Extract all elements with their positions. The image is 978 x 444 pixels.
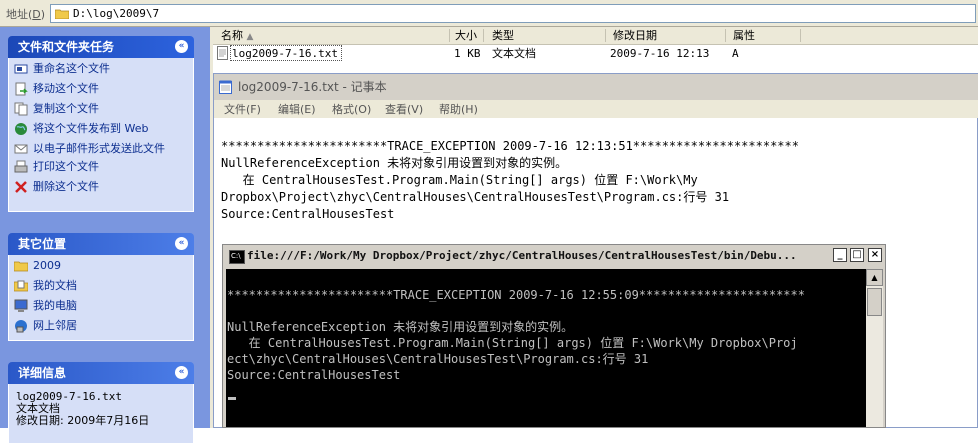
column-separator[interactable] [605, 29, 606, 42]
notepad-menubar: 文件(F) 编辑(E) 格式(O) 查看(V) 帮助(H) [214, 100, 978, 118]
move-icon [15, 82, 28, 96]
notepad-text-area[interactable]: ***********************TRACE_EXCEPTION 2… [221, 138, 799, 223]
place-network[interactable]: 网上邻居 [9, 319, 193, 333]
file-modified: 2009-7-16 12:13 [610, 47, 710, 60]
my-documents-icon [14, 280, 28, 292]
column-modified[interactable]: 修改日期 [613, 28, 657, 43]
address-input[interactable]: D:\log\2009\7 [50, 4, 976, 23]
console-icon: C:\ [229, 250, 245, 264]
console-line: ***********************TRACE_EXCEPTION 2… [227, 288, 805, 302]
rename-icon [14, 64, 28, 74]
address-bar: 地址(D) D:\log\2009\7 [0, 0, 978, 27]
column-separator[interactable] [449, 29, 450, 42]
address-label: 地址(D) [6, 8, 46, 21]
file-attributes: A [732, 47, 739, 60]
column-size[interactable]: 大小 [455, 28, 477, 43]
text-line: Source:CentralHousesTest [221, 207, 395, 221]
minimize-button[interactable]: _ [833, 248, 847, 262]
scroll-thumb[interactable] [867, 288, 882, 316]
task-move[interactable]: 移动这个文件 [9, 82, 193, 96]
address-path: D:\log\2009\7 [73, 7, 160, 20]
console-window: C:\ file:///F:/Work/My Dropbox/Project/z… [222, 244, 886, 428]
column-attributes[interactable]: 属性 [733, 28, 755, 43]
console-line: 在 CentralHousesTest.Program.Main(String[… [227, 336, 798, 350]
sort-up-icon: ▲ [246, 32, 254, 42]
globe-icon [15, 123, 27, 135]
delete-icon [15, 181, 27, 193]
task-rename[interactable]: 重命名这个文件 [9, 62, 193, 76]
copy-icon [14, 102, 28, 116]
console-output[interactable]: ***********************TRACE_EXCEPTION 2… [226, 269, 866, 427]
notepad-icon [219, 80, 232, 94]
text-cursor [228, 397, 236, 400]
printer-icon [14, 160, 28, 173]
text-line: NullReferenceException 未将对象引用设置到对象的实例。 [221, 156, 568, 170]
computer-icon [14, 299, 28, 312]
text-line: Dropbox\Project\zhyc\CentralHouses\Centr… [221, 190, 730, 204]
column-separator[interactable] [800, 29, 801, 42]
column-separator[interactable] [483, 29, 484, 42]
task-delete[interactable]: 删除这个文件 [9, 180, 193, 194]
menu-file[interactable]: 文件(F) [224, 101, 261, 117]
collapse-icon[interactable]: « [175, 366, 188, 379]
console-line: Source:CentralHousesTest [227, 368, 401, 382]
console-scrollbar[interactable]: ▲ [866, 269, 883, 427]
column-type[interactable]: 类型 [492, 28, 514, 43]
place-2009[interactable]: 2009 [9, 259, 193, 273]
close-button[interactable]: × [868, 248, 882, 262]
file-name: log2009-7-16.txt [232, 47, 338, 60]
task-print[interactable]: 打印这个文件 [9, 160, 193, 174]
place-my-computer[interactable]: 我的电脑 [9, 299, 193, 313]
details-panel: 详细信息 « log2009-7-16.txt 文本文档 修改日期: 2009年7… [8, 362, 194, 444]
place-my-documents[interactable]: 我的文档 [9, 279, 193, 293]
notepad-title: log2009-7-16.txt - 记事本 [238, 80, 387, 94]
file-size: 1 KB [454, 47, 481, 60]
other-places-panel: 其它位置 « 2009 我的文档 我的电脑 网上邻居 [8, 233, 194, 341]
scroll-up-icon[interactable]: ▲ [866, 269, 883, 286]
folder-icon [55, 9, 69, 19]
notepad-titlebar[interactable]: log2009-7-16.txt - 记事本 [214, 74, 978, 100]
email-icon [14, 144, 28, 154]
table-row[interactable]: log2009-7-16.txt 1 KB 文本文档 2009-7-16 12:… [213, 45, 978, 62]
task-email[interactable]: 以电子邮件形式发送此文件 [9, 142, 193, 156]
collapse-icon[interactable]: « [175, 237, 188, 250]
column-name[interactable]: 名称 ▲ [221, 28, 253, 45]
text-line: ***********************TRACE_EXCEPTION 2… [221, 139, 799, 153]
menu-view[interactable]: 查看(V) [385, 101, 423, 117]
menu-format[interactable]: 格式(O) [332, 101, 371, 117]
details-header[interactable]: 详细信息 « [8, 362, 194, 384]
text-file-icon [217, 46, 228, 60]
console-line: NullReferenceException 未将对象引用设置到对象的实例。 [227, 320, 574, 334]
column-separator[interactable] [725, 29, 726, 42]
file-tasks-header[interactable]: 文件和文件夹任务 « [8, 36, 194, 58]
menu-edit[interactable]: 编辑(E) [278, 101, 316, 117]
file-tasks-panel: 文件和文件夹任务 « 重命名这个文件 移动这个文件 复制这个文件 将这个文件发布到… [8, 36, 194, 212]
collapse-icon[interactable]: « [175, 40, 188, 53]
console-title: file:///F:/Work/My Dropbox/Project/zhyc/… [247, 249, 797, 262]
file-type: 文本文档 [492, 47, 536, 60]
menu-help[interactable]: 帮助(H) [439, 101, 478, 117]
maximize-button[interactable]: □ [850, 248, 864, 262]
task-publish-web[interactable]: 将这个文件发布到 Web [9, 122, 193, 136]
console-line: ect\zhyc\CentralHouses\CentralHousesTest… [227, 352, 649, 366]
task-copy[interactable]: 复制这个文件 [9, 102, 193, 116]
other-places-header[interactable]: 其它位置 « [8, 233, 194, 255]
network-icon [15, 320, 27, 333]
file-list-header: 名称 ▲ 大小 类型 修改日期 属性 [213, 27, 978, 45]
task-pane: 文件和文件夹任务 « 重命名这个文件 移动这个文件 复制这个文件 将这个文件发布到… [0, 27, 210, 444]
text-line: 在 CentralHousesTest.Program.Main(String[… [221, 173, 698, 187]
details-modified: 修改日期: 2009年7月16日 [16, 414, 150, 427]
folder-icon [14, 261, 28, 272]
console-titlebar[interactable]: C:\ file:///F:/Work/My Dropbox/Project/z… [223, 245, 885, 267]
